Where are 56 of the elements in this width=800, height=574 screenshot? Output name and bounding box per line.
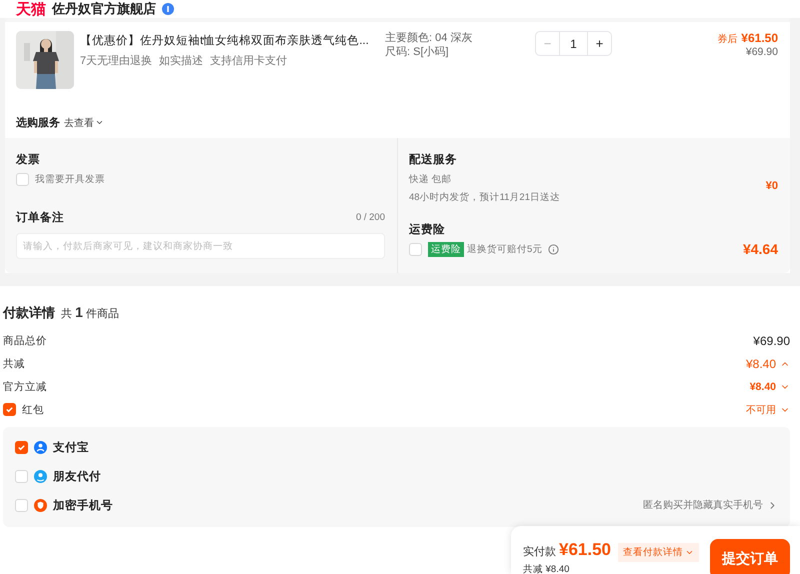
insurance-badge: 运费险 [428, 242, 464, 256]
product-spec: 主要颜色: 04 深灰 [385, 31, 474, 45]
person-circle-icon [34, 440, 47, 454]
total-label: 实付款 [523, 544, 556, 559]
row-label: 商品总价 [3, 334, 47, 348]
person-circle-icon [34, 470, 47, 482]
product-spec: 尺码: S[小码] [385, 45, 450, 59]
delivery-method: 快递 包邮 [409, 173, 453, 186]
chevron-down-icon [685, 548, 694, 557]
method-label[interactable]: 支付宝 [53, 440, 89, 454]
service-label: 选购服务 [16, 116, 60, 130]
coupon-checkbox[interactable] [3, 403, 16, 416]
service-tag: 如实描述 [159, 53, 204, 68]
info-icon[interactable] [548, 244, 560, 254]
view-link[interactable]: 去查看 [64, 116, 104, 130]
original-price: ¥69.90 [746, 46, 778, 58]
brand-logo: 天猫 [16, 0, 46, 18]
insurance-checkbox[interactable] [409, 242, 422, 256]
privacy-link[interactable]: 匿名购买并隐藏真实手机号 [643, 498, 778, 512]
section-title: 运费险 [409, 222, 446, 237]
row-value: ¥8.40 [746, 356, 776, 370]
section-title: 发票 [16, 152, 41, 167]
service-tag: 支持信用卡支付 [210, 53, 288, 68]
row-value: ¥8.40 [750, 380, 776, 392]
row-value: ¥69.90 [753, 334, 790, 348]
check-icon [17, 442, 26, 452]
coupon-label: 券后 [717, 32, 738, 46]
check-icon [5, 405, 14, 414]
note-field[interactable]: 请输入，付款后商家可见，建议和商家协商一致 [16, 233, 385, 259]
row-label: 共减 [3, 356, 25, 370]
char-counter: 0 / 200 [356, 212, 385, 223]
item-count: 共 1 件商品 [61, 304, 119, 321]
payment-title: 付款详情 [3, 304, 55, 322]
coupon-price: ¥61.50 [741, 31, 778, 45]
store-name[interactable]: 佐丹奴官方旗舰店 [52, 0, 156, 18]
method-label[interactable]: 朋友代付 [53, 468, 101, 484]
checkbox-label: 我需要开具发票 [35, 173, 105, 186]
method-label[interactable]: 加密手机号 [53, 498, 113, 512]
method-checkbox[interactable] [15, 440, 28, 454]
insurance-text: 退换货可赔付5元 [467, 242, 542, 256]
delivery-fee: ¥0 [766, 180, 778, 192]
row-label: 官方立减 [3, 380, 47, 394]
service-tag: 7天无理由退换 [80, 53, 152, 68]
section-title: 配送服务 [409, 152, 458, 167]
total-amount: ¥61.50 [559, 540, 611, 560]
badge-icon [162, 3, 174, 15]
product-title[interactable]: 【优惠价】佐丹奴短袖t恤女纯棉双面布亲肤透气纯色... [80, 33, 370, 48]
chevron-down-icon [95, 118, 104, 127]
delivery-eta: 48小时内发货，预计11月21日送达 [409, 191, 560, 204]
saved-amount: 共减 ¥8.40 [523, 563, 570, 574]
row-value: 不可用 [746, 404, 776, 416]
shield-icon [34, 498, 47, 512]
row-label: 红包 [22, 402, 44, 416]
section-title: 订单备注 [16, 210, 64, 225]
insurance-fee: ¥4.64 [742, 241, 778, 257]
invoice-checkbox[interactable] [16, 173, 29, 186]
